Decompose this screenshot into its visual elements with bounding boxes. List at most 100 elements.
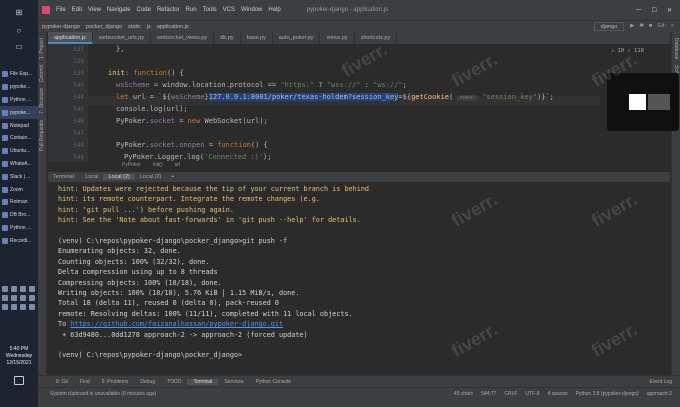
bottom-tab[interactable]: Debug: [134, 379, 161, 385]
tray-icon[interactable]: [2, 304, 8, 310]
editor-breadcrumb[interactable]: url: [175, 162, 181, 170]
tray-icon[interactable]: [29, 295, 35, 301]
run-icon[interactable]: ▶: [630, 23, 634, 30]
taskbar-clock[interactable]: 5:40 PM Wednesday 12/15/2021: [0, 346, 38, 367]
tray-icon[interactable]: [20, 304, 26, 310]
taskbar-app[interactable]: Notepad: [0, 119, 38, 132]
tray-icon[interactable]: [2, 295, 8, 301]
status-item[interactable]: 4 spaces: [548, 391, 568, 397]
app-icon: [2, 84, 8, 91]
commit-tool-tab[interactable]: Commit: [39, 65, 45, 82]
cortana-icon[interactable]: ○: [0, 24, 38, 36]
menu-item-window[interactable]: Window: [241, 7, 262, 13]
nav-crumb[interactable]: js: [147, 24, 151, 30]
bottom-tab[interactable]: Terminal: [187, 378, 219, 385]
editor-tab[interactable]: application.js: [48, 32, 93, 44]
menu-item-run[interactable]: Run: [186, 7, 197, 13]
structure-tool-tab[interactable]: 7: Structure: [39, 88, 45, 114]
status-item[interactable]: 544:77: [481, 391, 496, 397]
editor-tab[interactable]: websocket_views.py: [151, 32, 215, 44]
taskbar-app[interactable]: pypoke...: [0, 106, 38, 120]
nav-crumb[interactable]: static: [128, 24, 141, 30]
nav-crumb[interactable]: pocker_django: [86, 24, 122, 30]
menu-item-view[interactable]: View: [88, 7, 101, 13]
menu-item-edit[interactable]: Edit: [72, 7, 82, 13]
bottom-tab[interactable]: Find: [74, 379, 96, 385]
taskbar-app[interactable]: DB Bro...: [0, 209, 38, 222]
bottom-tab[interactable]: Services: [218, 379, 249, 385]
inspection-indicator[interactable]: ⚠ 10 ✓ 118: [611, 48, 644, 54]
editor-tab[interactable]: auto_poker.py: [273, 32, 321, 44]
tray-icon[interactable]: [11, 304, 17, 310]
terminal-tab[interactable]: Local (2): [135, 174, 166, 180]
tray-icon[interactable]: [11, 295, 17, 301]
terminal-link[interactable]: https://github.com/faizanalhassan/pypoke…: [70, 320, 283, 328]
status-item[interactable]: CRLF: [504, 391, 517, 397]
editor-breadcrumb[interactable]: init(): [153, 162, 163, 170]
project-tool-tab[interactable]: 1: Project: [39, 38, 45, 59]
status-item[interactable]: approach-2: [647, 391, 672, 397]
terminal-panel[interactable]: hint: Updates were rejected because the …: [48, 182, 670, 375]
menu-item-tools[interactable]: Tools: [203, 7, 217, 13]
tray-icon[interactable]: [29, 304, 35, 310]
maximize-icon[interactable]: ☐: [652, 7, 657, 14]
minimize-icon[interactable]: —: [636, 7, 642, 14]
taskbar-app[interactable]: pypoke...: [0, 81, 38, 94]
tray-icon[interactable]: [20, 286, 26, 292]
menu-item-navigate[interactable]: Navigate: [107, 7, 131, 13]
database-tool-tab[interactable]: Database: [673, 38, 679, 59]
pull-requests-tool-tab[interactable]: Pull Requests: [39, 120, 45, 151]
taskbar-app[interactable]: File Exp...: [0, 68, 38, 81]
code-line: wsScheme = window.location.protocol == "…: [116, 81, 407, 89]
task-view-icon[interactable]: ▭: [0, 40, 38, 52]
menu-item-help[interactable]: Help: [268, 7, 280, 13]
bottom-tab[interactable]: TODO: [161, 379, 187, 385]
nav-crumb[interactable]: pypoker-django: [42, 24, 80, 30]
new-terminal-button[interactable]: +: [166, 174, 179, 180]
nav-crumb[interactable]: application.js: [157, 24, 189, 30]
bottom-tab[interactable]: 6: Git: [50, 379, 74, 385]
menu-item-file[interactable]: File: [56, 7, 66, 13]
taskbar-app[interactable]: Recordi...: [0, 234, 38, 247]
close-icon[interactable]: ✕: [667, 7, 672, 14]
taskbar-app[interactable]: Slack | ...: [0, 170, 38, 183]
tray-icon[interactable]: [29, 286, 35, 292]
status-bar: System clipboard is unavailable (8 minut…: [38, 387, 680, 407]
taskbar-app[interactable]: Python ...: [0, 222, 38, 235]
editor-tab[interactable]: base.py: [241, 32, 273, 44]
run-config-select[interactable]: django: [593, 22, 625, 31]
status-item[interactable]: Python 3.8 (pypoker-django): [576, 391, 639, 397]
terminal-tab[interactable]: Local: [80, 174, 103, 180]
bottom-tab[interactable]: Python Console: [250, 379, 297, 385]
search-icon[interactable]: ⌕: [671, 23, 674, 30]
editor-tab[interactable]: views.py: [320, 32, 355, 44]
taskbar-app[interactable]: WhatsA...: [0, 158, 38, 171]
debug-icon[interactable]: ✱: [639, 23, 644, 30]
git-label[interactable]: Git:: [657, 23, 666, 30]
editor-tab[interactable]: shortcuts.py: [355, 32, 398, 44]
menu-item-refactor[interactable]: Refactor: [157, 7, 180, 13]
taskbar-app[interactable]: Zoom: [0, 183, 38, 196]
status-item[interactable]: 45 chars: [454, 391, 473, 397]
windows-start-icon[interactable]: ⊞: [0, 6, 38, 18]
bottom-tab[interactable]: 6: Problems: [96, 379, 135, 385]
editor-tab[interactable]: websocket_urls.py: [93, 32, 152, 44]
status-item[interactable]: UTF-8: [525, 391, 539, 397]
tray-icon[interactable]: [20, 295, 26, 301]
taskbar-app[interactable]: Rotman: [0, 196, 38, 209]
terminal-tab[interactable]: Local (2): [103, 174, 135, 180]
taskbar-app[interactable]: Python ...: [0, 94, 38, 107]
windows-taskbar: ⊞ ○ ▭ File Exp... pypoke... Python ... pypo…: [0, 0, 38, 407]
bottom-tab[interactable]: Event Log: [643, 379, 680, 385]
menu-item-vcs[interactable]: VCS: [223, 7, 235, 13]
stop-icon[interactable]: ■: [649, 23, 652, 30]
tray-icon[interactable]: [11, 286, 17, 292]
editor-tab[interactable]: db.py: [214, 32, 241, 44]
menu-item-code[interactable]: Code: [137, 7, 151, 13]
taskbar-app[interactable]: Contain...: [0, 132, 38, 145]
notification-icon[interactable]: [14, 376, 24, 385]
tray-icon[interactable]: [2, 286, 8, 292]
editor-breadcrumb[interactable]: PyPoker: [122, 162, 141, 170]
taskbar-app[interactable]: Ubuntu...: [0, 145, 38, 158]
code-editor[interactable]: 537 538 539 540 544 545 546 547 548 549 }, init: f…: [48, 44, 670, 162]
